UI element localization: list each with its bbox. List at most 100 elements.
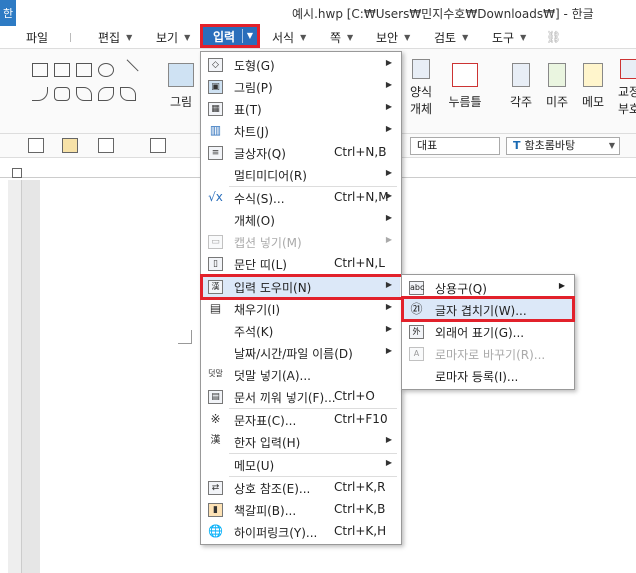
curve-icon[interactable] <box>76 87 92 101</box>
tab-selector[interactable] <box>12 168 22 178</box>
shape-icon: ◇ <box>208 58 223 72</box>
menu-insert-label: 입력 <box>213 30 236 44</box>
open-folder-icon[interactable] <box>62 138 78 153</box>
picture-button[interactable]: 그림 <box>166 63 196 110</box>
menu-item-fill[interactable]: ▤ 채우기(I) ▶ <box>202 298 400 320</box>
footnote-icon <box>512 63 530 87</box>
menu-item-table[interactable]: ▦ 표(T) ▶ <box>202 98 400 120</box>
menu-item-textbox[interactable]: ≡ 글상자(Q) Ctrl+N,B <box>202 142 400 164</box>
line-icon[interactable] <box>117 59 139 81</box>
chevron-down-icon: ▼ <box>608 141 615 150</box>
crossref-icon: ⇄ <box>208 481 223 495</box>
menu-review[interactable]: 검토 ▼ <box>434 28 468 46</box>
menu-item-multimedia[interactable]: 멀티미디어(R) ▶ <box>202 164 400 186</box>
footnote-button[interactable]: 각주 <box>506 63 536 110</box>
menu-item-date-time[interactable]: 날짜/시간/파일 이름(D) ▶ <box>202 342 400 364</box>
margin-corner-marker <box>178 330 192 344</box>
menu-item-object[interactable]: 개체(O) ▶ <box>202 209 400 231</box>
menu-item-caption: ▭ 캡션 넣기(M) ▶ <box>202 231 400 253</box>
table-icon: ▦ <box>208 102 223 116</box>
symbol-icon: ※ <box>210 412 221 426</box>
polygon-icon[interactable] <box>54 87 70 101</box>
submenu-item-foreign-word[interactable]: 外 외래어 표기(G)... <box>403 321 573 343</box>
hyperlink-icon: 🌐 <box>208 524 223 538</box>
menu-item-crossref[interactable]: ⇄ 상호 참조(E)... Ctrl+K,R <box>202 477 400 499</box>
submenu-arrow-icon: ▶ <box>385 168 392 177</box>
shape-gallery[interactable] <box>30 59 140 125</box>
menu-page[interactable]: 쪽 ▼ <box>330 28 353 46</box>
input-helper-submenu: abc 상용구(Q) ▶ ㉑ 글자 겹치기(W)... 外 외래어 표기(G)... A… <box>401 274 575 390</box>
textbox-shape-icon[interactable] <box>32 63 48 77</box>
menu-item-picture[interactable]: ▣ 그림(P) ▶ <box>202 76 400 98</box>
form-object-button[interactable]: 양식 개체 <box>406 59 436 117</box>
menu-insert-active[interactable]: 입력 ▼ <box>200 24 260 48</box>
submenu-arrow-icon: ▶ <box>385 346 392 355</box>
vertical-ruler[interactable] <box>8 180 22 573</box>
submenu-item-roman-register[interactable]: 로마자 등록(I)... <box>403 365 573 387</box>
submenu-arrow-icon: ▶ <box>385 324 392 333</box>
menu-item-memo[interactable]: 메모(U) ▶ <box>202 454 400 476</box>
form-icon <box>412 59 430 79</box>
picture-icon: ▣ <box>208 80 223 94</box>
freeform-icon[interactable] <box>120 87 136 101</box>
new-document-icon[interactable] <box>28 138 44 153</box>
menu-item-symbol[interactable]: ※ 문자표(C)... Ctrl+F10 <box>202 409 400 431</box>
menu-edit[interactable]: 편집 ▼ <box>98 28 132 46</box>
menu-item-paragraph-band[interactable]: ▯ 문단 띠(L) Ctrl+N,L <box>202 253 400 275</box>
menu-security[interactable]: 보안 ▼ <box>376 28 410 46</box>
save-icon[interactable] <box>98 138 114 153</box>
common-phrase-icon: abc <box>409 281 424 295</box>
picture-icon <box>168 63 194 87</box>
menu-view[interactable]: 보기 ▼ <box>156 28 190 46</box>
menu-item-shape[interactable]: ◇ 도형(G) ▶ <box>202 54 400 76</box>
print-icon[interactable] <box>150 138 166 153</box>
ellipse-icon[interactable] <box>98 63 114 77</box>
link-icon[interactable]: ⛓ <box>546 28 561 46</box>
rectangle-icon[interactable] <box>76 63 92 77</box>
app-logo-icon: 한 <box>0 0 16 26</box>
menu-item-bookmark[interactable]: ▮ 책갈피(B)... Ctrl+K,B <box>202 499 400 521</box>
style-select[interactable]: 대표 <box>410 137 500 155</box>
menu-item-annotation[interactable]: 주석(K) ▶ <box>202 320 400 342</box>
proofread-button[interactable]: 교정 부호 <box>614 59 636 117</box>
menu-item-hyperlink[interactable]: 🌐 하이퍼링크(Y)... Ctrl+K,H <box>202 521 400 543</box>
chevron-down-icon: ▼ <box>347 32 354 42</box>
menu-tools[interactable]: 도구 ▼ <box>492 28 526 46</box>
vertical-textbox-icon[interactable] <box>54 63 70 77</box>
submenu-arrow-icon: ▶ <box>385 102 392 111</box>
caption-icon: ▭ <box>208 235 223 249</box>
menu-item-dutmal[interactable]: 덧말 덧말 넣기(A)... <box>202 364 400 386</box>
menu-file[interactable]: 파일 <box>26 28 48 46</box>
menu-divider <box>242 29 243 43</box>
chevron-down-icon: ▼ <box>246 31 253 40</box>
chevron-down-icon: ▼ <box>520 32 527 42</box>
chevron-down-icon: ▼ <box>462 32 469 42</box>
insert-doc-icon: ▤ <box>208 390 223 404</box>
submenu-item-romanize: A 로마자로 바꾸기(R)... <box>403 343 573 365</box>
dutmal-icon: 덧말 <box>208 369 223 378</box>
menu-item-hanja[interactable]: 漢 한자 입력(H) ▶ <box>202 431 400 453</box>
menu-item-chart[interactable]: ▥ 차트(J) ▶ <box>202 120 400 142</box>
submenu-arrow-icon: ▶ <box>385 124 392 133</box>
page-margin <box>22 180 40 573</box>
menu-format[interactable]: 서식 ▼ <box>272 28 306 46</box>
memo-icon <box>583 63 603 87</box>
submenu-arrow-icon: ▶ <box>385 191 392 200</box>
menu-item-formula[interactable]: √x 수식(S)... Ctrl+N,M ▶ <box>202 187 400 209</box>
field-button[interactable]: 누름틀 <box>446 63 484 110</box>
submenu-arrow-icon: ▶ <box>385 58 392 67</box>
connector-icon[interactable] <box>98 87 114 101</box>
chevron-down-icon: ▼ <box>404 32 411 42</box>
endnote-button[interactable]: 미주 <box>542 63 572 110</box>
chevron-down-icon: ▼ <box>126 32 133 42</box>
menu-item-insert-document[interactable]: ▤ 문서 끼워 넣기(F)... Ctrl+O <box>202 386 400 408</box>
window-title: 예시.hwp [C:₩Users₩민지수호₩Downloads₩] - 한글 <box>292 7 594 21</box>
submenu-arrow-icon: ▶ <box>385 435 392 444</box>
submenu-arrow-icon: ▶ <box>385 80 392 89</box>
arc-icon[interactable] <box>32 87 48 101</box>
textbox-icon: ≡ <box>208 146 223 160</box>
submenu-arrow-icon: ▶ <box>385 235 392 244</box>
font-select[interactable]: T 함초롬바탕 ▼ <box>506 137 620 155</box>
memo-button[interactable]: 메모 <box>578 63 608 110</box>
title-bar: 한 예시.hwp [C:₩Users₩민지수호₩Downloads₩] - 한글 <box>0 0 636 26</box>
